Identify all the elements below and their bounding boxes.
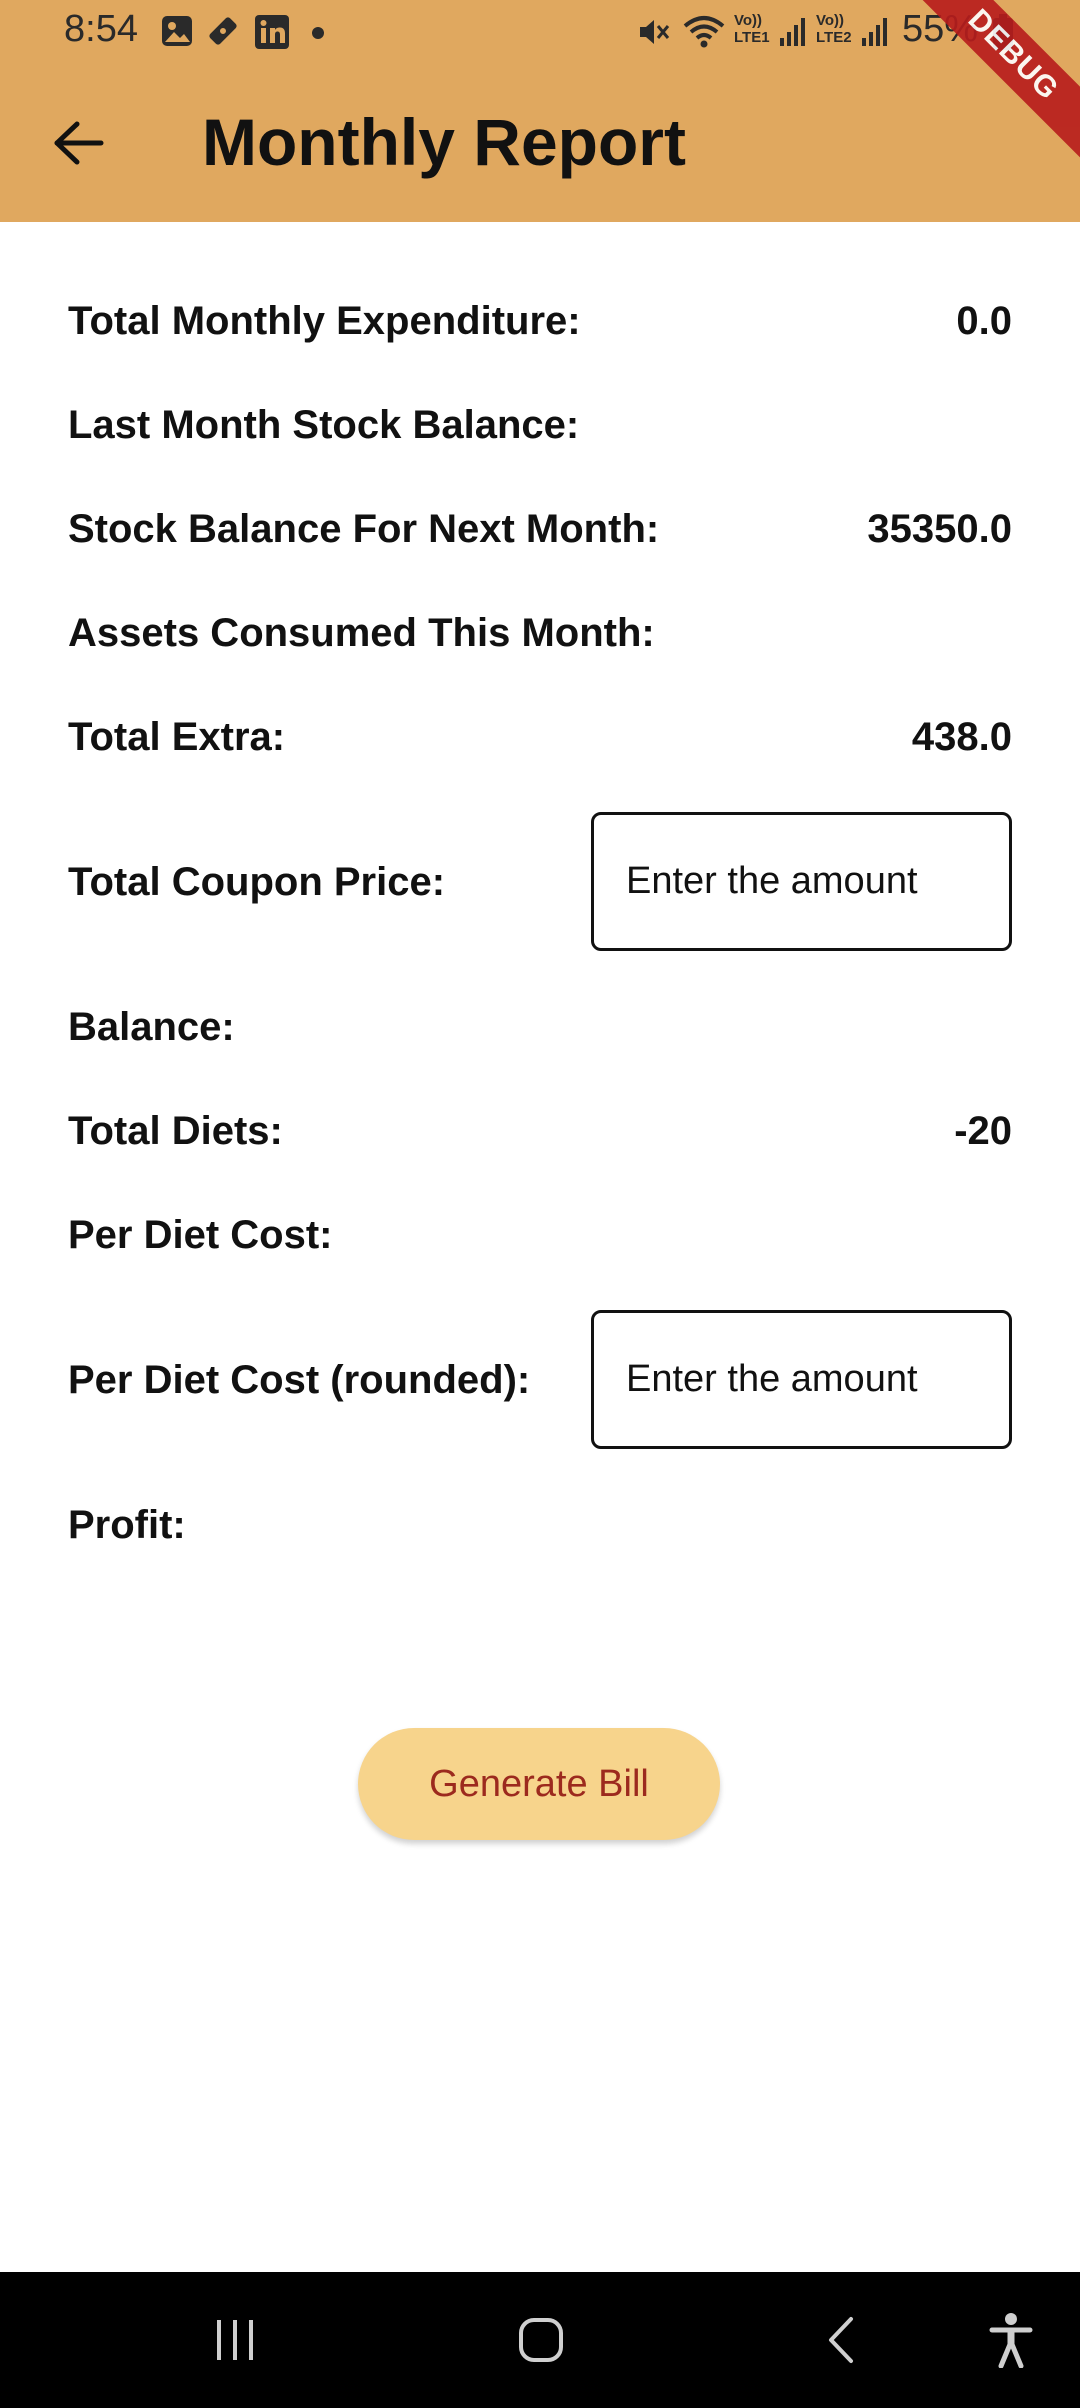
status-bar: 8:54 Vo)) LTE1 Vo)) LTE2 55% [0, 0, 1080, 64]
nav-back-button[interactable] [806, 2272, 876, 2408]
ticket-icon [206, 14, 240, 53]
stock-balance-next-month-label: Stock Balance For Next Month: [68, 506, 660, 551]
report-row-total-diets: Total Diets: -20 [68, 1096, 1012, 1166]
home-icon [519, 2318, 563, 2362]
total-coupon-price-placeholder: Enter the amount [626, 860, 918, 902]
dot-icon [312, 26, 324, 44]
report-row-stock-balance-next-month: Stock Balance For Next Month: 35350.0 [68, 494, 1012, 564]
total-coupon-price-label: Total Coupon Price: [68, 859, 446, 904]
signal-icon [860, 14, 890, 55]
network-label-1: Vo)) LTE1 [734, 12, 770, 46]
report-row-profit: Profit: [68, 1490, 1012, 1560]
total-monthly-expenditure-value: 0.0 [956, 298, 1012, 343]
accessibility-button[interactable] [976, 2272, 1046, 2408]
generate-bill-button[interactable]: Generate Bill [358, 1728, 720, 1840]
arrow-left-icon [54, 121, 104, 165]
per-diet-cost-rounded-input[interactable]: Enter the amount [591, 1310, 1012, 1449]
total-coupon-price-input[interactable]: Enter the amount [591, 812, 1012, 951]
profit-label: Profit: [68, 1502, 186, 1547]
report-row-balance: Balance: [68, 992, 1012, 1062]
recent-apps-button[interactable] [200, 2272, 270, 2408]
page-title: Monthly Report [202, 105, 686, 179]
recent-apps-icon [217, 2320, 253, 2360]
wifi-icon [682, 14, 726, 55]
assets-consumed-label: Assets Consumed This Month: [68, 610, 655, 655]
per-diet-cost-label: Per Diet Cost: [68, 1212, 333, 1257]
home-button[interactable] [506, 2272, 576, 2408]
network-label-2: Vo)) LTE2 [816, 12, 852, 46]
total-monthly-expenditure-label: Total Monthly Expenditure: [68, 298, 581, 343]
total-diets-value: -20 [954, 1108, 1012, 1153]
system-nav-bar [0, 2272, 1080, 2408]
mute-icon [636, 14, 672, 55]
image-icon [160, 14, 194, 53]
stock-balance-next-month-value: 35350.0 [867, 506, 1012, 551]
report-row-last-month-stock-balance: Last Month Stock Balance: [68, 390, 1012, 460]
balance-label: Balance: [68, 1004, 235, 1049]
generate-bill-label: Generate Bill [429, 1762, 649, 1805]
back-icon [829, 2317, 853, 2363]
total-extra-value: 438.0 [911, 714, 1012, 759]
report-row-assets-consumed: Assets Consumed This Month: [68, 598, 1012, 668]
linkedin-icon [254, 14, 290, 55]
app-bar: 8:54 Vo)) LTE1 Vo)) LTE2 55% Monthly Rep… [0, 0, 1080, 222]
per-diet-cost-rounded-label: Per Diet Cost (rounded): [68, 1357, 531, 1402]
per-diet-cost-rounded-placeholder: Enter the amount [626, 1358, 918, 1400]
total-diets-label: Total Diets: [68, 1108, 283, 1153]
report-row-total-extra: Total Extra: 438.0 [68, 702, 1012, 772]
back-button[interactable] [42, 106, 116, 180]
report-row-total-coupon-price: Total Coupon Price: [68, 847, 588, 917]
accessibility-icon [989, 2313, 1033, 2368]
report-row-per-diet-cost-rounded: Per Diet Cost (rounded): [68, 1345, 588, 1415]
total-extra-label: Total Extra: [68, 714, 286, 759]
status-time: 8:54 [64, 8, 138, 50]
report-row-total-monthly-expenditure: Total Monthly Expenditure: 0.0 [68, 286, 1012, 356]
report-row-per-diet-cost: Per Diet Cost: [68, 1200, 1012, 1270]
last-month-stock-balance-label: Last Month Stock Balance: [68, 402, 580, 447]
signal-icon [778, 14, 808, 55]
